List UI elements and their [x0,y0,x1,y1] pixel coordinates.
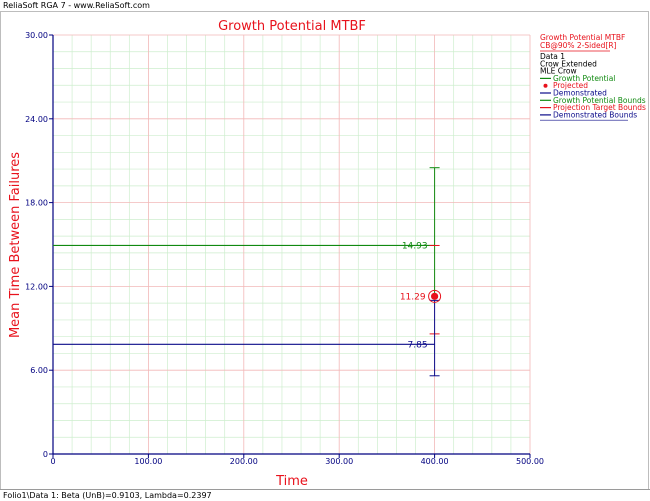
projected-point [431,292,439,300]
projected-value-label: 11.29 [400,292,426,302]
y-tick-label: 6.00 [30,366,48,375]
mtbf-chart: 0 100.00 200.00 300.00 400.00 500.00 0 6.00 12.0… [8,19,646,489]
x-tick-label: 400.00 [421,457,449,466]
legend: Growth Potential MTBFCB@90% 2-Sided[R]Da… [540,33,646,121]
y-tick-label: 30.00 [25,31,48,40]
demonstrated-value-label: 7.85 [408,340,428,350]
x-tick-label: 200.00 [230,457,258,466]
y-tick-label: 12.00 [25,282,48,291]
y-tick-label: 24.00 [25,115,48,124]
y-tick-label: 0 [43,450,48,459]
plot-area [53,35,530,454]
legend-entry: Demonstrated Bounds [553,110,637,119]
grid [53,34,531,454]
y-axis-label: Mean Time Between Failures [8,152,23,338]
x-tick-label: 500.00 [516,457,544,466]
y-tick-label: 18.00 [25,199,48,208]
legend-swatch [543,83,548,88]
growth-potential-value-label: 14.93 [402,241,428,251]
legend-header-line: CB@90% 2-Sided[R] [540,41,617,50]
x-tick-label: 0 [50,457,55,466]
x-tick-label: 300.00 [325,457,353,466]
x-tick-label: 100.00 [134,457,162,466]
chart-title: Growth Potential MTBF [218,19,366,34]
x-axis-label: Time [275,474,308,489]
